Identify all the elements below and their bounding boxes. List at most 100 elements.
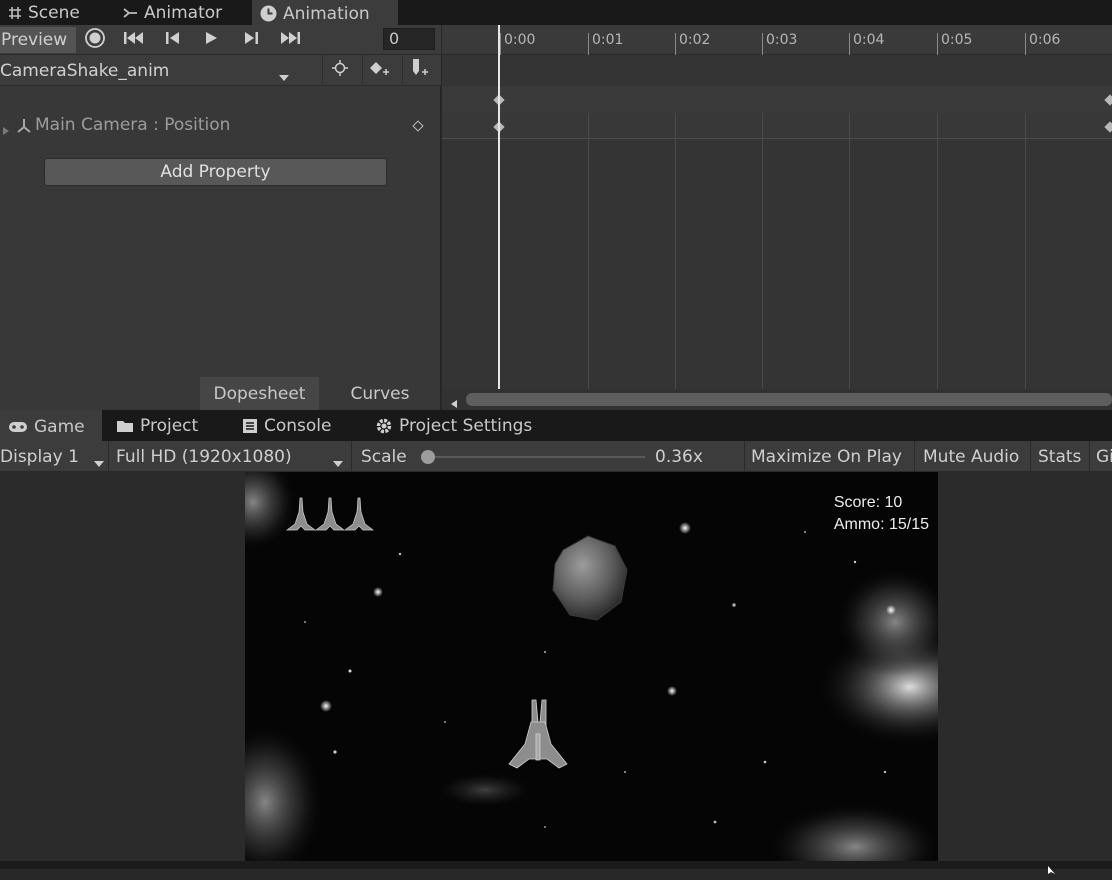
grid-line [675, 113, 676, 389]
animation-toolbar: Preview 0 [0, 25, 441, 55]
keyframe-add-icon [369, 60, 391, 81]
time-tick: 0:06 [1025, 33, 1060, 55]
grid-line [849, 113, 850, 389]
chevron-down-icon [332, 453, 344, 473]
time-tick: 0:03 [762, 33, 797, 55]
summary-keyframe-row[interactable] [442, 86, 1112, 113]
time-tick: 0:04 [849, 33, 884, 55]
animator-icon [122, 6, 138, 20]
resolution-dropdown[interactable]: Full HD (1920x1080) [116, 441, 350, 472]
grid-line [762, 113, 763, 389]
tab-console[interactable]: Console [234, 410, 340, 441]
first-keyframe-button[interactable] [118, 27, 150, 53]
playhead[interactable] [498, 25, 500, 389]
clip-dropdown[interactable]: CameraShake_anim [0, 55, 296, 86]
frame-field[interactable]: 0 [383, 28, 435, 50]
scale-value: 0.36x [655, 446, 703, 467]
tab-project[interactable]: Project [108, 410, 206, 441]
last-keyframe-button[interactable] [274, 27, 306, 53]
tab-label: Project [140, 415, 199, 436]
tab-project-settings[interactable]: Project Settings [367, 410, 540, 441]
hud: Score: 10 Ammo: 15/15 [834, 492, 929, 536]
gizmos-dropdown[interactable]: Gi [1096, 441, 1112, 472]
clock-icon [260, 5, 277, 22]
display-dropdown[interactable]: Display 1 [0, 441, 108, 472]
chevron-down-icon [93, 453, 105, 473]
tab-animation[interactable]: Animation [252, 0, 398, 25]
property-row[interactable]: Main Camera : Position [0, 113, 441, 139]
skip-forward-icon [279, 30, 301, 50]
tab-label: Animation [283, 3, 370, 24]
tab-label: Scene [28, 2, 80, 23]
filter-selection-button[interactable] [322, 55, 356, 86]
transform-icon [16, 118, 32, 139]
game-tab-bar: Game Project Console Project Settings [0, 410, 1112, 441]
gamepad-icon [8, 420, 28, 434]
previous-keyframe-button[interactable] [158, 27, 188, 53]
record-button[interactable] [80, 27, 110, 53]
scale-label: Scale [361, 446, 407, 467]
stats-toggle[interactable]: Stats [1038, 441, 1081, 472]
time-tick: 0:02 [675, 33, 710, 55]
add-property-button[interactable]: Add Property [44, 158, 387, 186]
tab-label: Game [34, 416, 85, 437]
divider [744, 441, 745, 472]
time-tick: 0:01 [588, 33, 623, 55]
divider [351, 441, 352, 472]
time-ruler[interactable]: 0:00 0:01 0:02 0:03 0:04 0:05 0:06 [442, 25, 1112, 55]
game-view[interactable]: Score: 10 Ammo: 15/15 [245, 472, 938, 862]
step-forward-icon [243, 30, 259, 50]
play-button[interactable] [196, 27, 226, 53]
animation-hierarchy-panel: Preview 0 CameraShake_anim Main Camera:… [0, 25, 441, 410]
scrollbar-thumb[interactable] [466, 393, 1112, 406]
ammo-text: Ammo: 15/15 [833, 516, 929, 533]
step-back-icon [165, 30, 181, 50]
grid-line [1025, 113, 1026, 389]
skip-back-icon [123, 30, 145, 50]
lives-ships [285, 497, 375, 531]
time-tick: 0:05 [937, 33, 972, 55]
add-keyframe-button[interactable] [362, 55, 396, 86]
score-text: Score: 10 [833, 494, 903, 511]
cursor-icon [1047, 860, 1057, 880]
divider [914, 441, 915, 472]
preview-button[interactable]: Preview [0, 27, 76, 53]
tab-dopesheet[interactable]: Dopesheet [200, 377, 319, 410]
next-keyframe-button[interactable] [236, 27, 266, 53]
clip-name: CameraShake_anim [0, 60, 170, 81]
game-view-area: Score: 10 Ammo: 15/15 [0, 472, 1112, 869]
horizontal-scrollbar[interactable] [442, 389, 1112, 410]
top-tab-bar: Scene Animator Animation [0, 0, 1112, 25]
grid-icon [8, 6, 22, 20]
clip-row: CameraShake_anim [0, 55, 441, 86]
add-event-button[interactable] [402, 55, 436, 86]
event-add-icon [410, 58, 430, 83]
expand-arrow-icon[interactable] [2, 121, 10, 141]
tab-game[interactable]: Game [0, 410, 102, 441]
view-tabs: Dopesheet Curves [0, 377, 441, 410]
mute-audio-toggle[interactable]: Mute Audio [923, 441, 1019, 472]
divider [1030, 441, 1031, 472]
game-toolbar: Display 1 Full HD (1920x1080) Scale 0.36… [0, 441, 1112, 472]
divider [108, 441, 109, 472]
scale-slider-track[interactable] [430, 456, 645, 458]
gear-icon [375, 417, 393, 435]
tab-label: Console [264, 415, 332, 436]
maximize-on-play-toggle[interactable]: Maximize On Play [751, 441, 902, 472]
scale-slider-handle[interactable] [421, 450, 435, 464]
grid-line [937, 113, 938, 389]
divider [1089, 441, 1090, 472]
tab-animator[interactable]: Animator [114, 0, 230, 25]
keyframe-toggle-icon[interactable] [412, 120, 424, 132]
tab-curves[interactable]: Curves [319, 377, 441, 410]
property-keyframe-row[interactable] [442, 113, 1112, 139]
property-label: Main Camera : Position [35, 115, 231, 135]
console-icon [242, 418, 258, 434]
play-icon [204, 30, 218, 50]
tab-label: Animator [144, 2, 223, 23]
tab-scene[interactable]: Scene [0, 0, 88, 25]
record-icon [85, 27, 105, 53]
crosshair-icon [331, 60, 348, 81]
dopesheet-timeline[interactable]: 0:00 0:01 0:02 0:03 0:04 0:05 0:06 [442, 25, 1112, 410]
status-bar [0, 861, 1112, 874]
